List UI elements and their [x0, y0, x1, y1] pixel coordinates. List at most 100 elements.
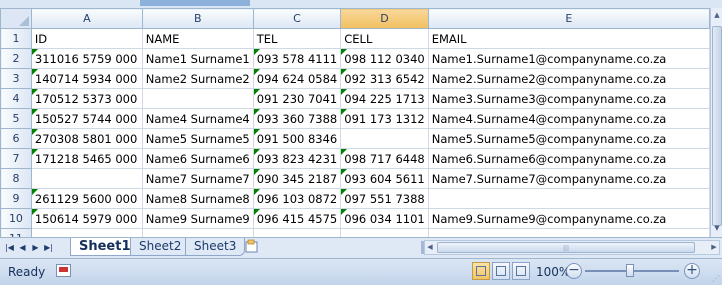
cell-e1[interactable]: EMAIL: [427, 28, 710, 49]
cell-e10[interactable]: Name9.Surname9@companyname.co.za: [427, 208, 710, 229]
zoom-slider-knob[interactable]: [626, 264, 634, 277]
page-layout-view-icon[interactable]: [492, 262, 510, 280]
cell-e4[interactable]: Name3.Surname3@companyname.co.za: [427, 88, 710, 109]
cell-b4[interactable]: [141, 88, 254, 109]
select-all-corner[interactable]: [0, 8, 32, 29]
cell-e9[interactable]: [427, 188, 710, 209]
cell-a8[interactable]: [30, 168, 143, 189]
column-header-a[interactable]: A: [30, 8, 143, 29]
cell-a5[interactable]: 150527 5744 000: [30, 108, 143, 129]
cell-b3[interactable]: Name2 Surname2: [141, 68, 254, 89]
cell-e7[interactable]: Name6.Surname6@companyname.co.za: [427, 148, 710, 169]
cell-b8[interactable]: Name7 Surname7: [141, 168, 254, 189]
scroll-up-icon[interactable]: ▲: [712, 9, 722, 21]
cell-d8[interactable]: 093 604 5611: [340, 168, 429, 189]
cell-e6[interactable]: Name5.Surname5@companyname.co.za: [427, 128, 710, 149]
cell-e11[interactable]: [427, 228, 710, 237]
cell-d3[interactable]: 092 313 6542: [340, 68, 429, 89]
cell-d2[interactable]: 098 112 0340: [340, 48, 429, 69]
tab-sheet3[interactable]: Sheet3: [185, 238, 246, 256]
cell-b2[interactable]: Name1 Surname1: [141, 48, 254, 69]
cell-d10[interactable]: 096 034 1101: [340, 208, 429, 229]
cell-c6[interactable]: 091 500 8346: [252, 128, 342, 149]
cell-c5[interactable]: 093 360 7388: [252, 108, 342, 129]
cell-d7[interactable]: 098 717 6448: [340, 148, 429, 169]
zoom-out-button[interactable]: −: [566, 263, 582, 279]
cell-b10[interactable]: Name9 Surname9: [141, 208, 254, 229]
scroll-left-icon[interactable]: ◀: [425, 241, 435, 254]
row-header[interactable]: 4: [0, 88, 32, 109]
cell-b5[interactable]: Name4 Surname4: [141, 108, 254, 129]
row-header[interactable]: 5: [0, 108, 32, 129]
cell-d5[interactable]: 091 173 1312: [340, 108, 429, 129]
row-header[interactable]: 2: [0, 48, 32, 69]
cell-a7[interactable]: 171218 5465 000: [30, 148, 143, 169]
last-sheet-icon[interactable]: ▶|: [43, 241, 54, 254]
zoom-in-button[interactable]: +: [684, 263, 700, 279]
cell-c11[interactable]: [252, 228, 342, 237]
row-header[interactable]: 8: [0, 168, 32, 189]
normal-view-icon[interactable]: [472, 262, 490, 280]
table-row: 9 261129 5600 000 Name8 Surname8 096 103 08…: [0, 188, 710, 209]
horizontal-scrollbar[interactable]: ◀ ||| ▶: [424, 240, 720, 255]
column-header-e[interactable]: E: [427, 8, 710, 29]
cell-c4[interactable]: 091 230 7041: [252, 88, 342, 109]
row-header[interactable]: 6: [0, 128, 32, 149]
cell-a10[interactable]: 150614 5979 000: [30, 208, 143, 229]
row-header[interactable]: 11: [0, 228, 32, 237]
cell-d4[interactable]: 094 225 1713: [340, 88, 429, 109]
cell-c3[interactable]: 094 624 0584: [252, 68, 342, 89]
cell-a1[interactable]: ID: [30, 28, 143, 49]
row-header[interactable]: 10: [0, 208, 32, 229]
cell-e8[interactable]: Name7.Surname7@companyname.co.za: [427, 168, 710, 189]
column-header-d[interactable]: D: [340, 8, 429, 29]
cell-a11[interactable]: [30, 228, 143, 237]
cell-e3[interactable]: Name2.Surname2@companyname.co.za: [427, 68, 710, 89]
resize-grip-icon[interactable]: ⋰: [712, 274, 720, 283]
cell-c8[interactable]: 090 345 2187: [252, 168, 342, 189]
cell-e5[interactable]: Name4.Surname4@companyname.co.za: [427, 108, 710, 129]
cell-c10[interactable]: 096 415 4575: [252, 208, 342, 229]
scroll-down-icon[interactable]: ▼: [712, 222, 722, 234]
row-header[interactable]: 1: [0, 28, 32, 49]
row-header[interactable]: 3: [0, 68, 32, 89]
cell-b9[interactable]: Name8 Surname8: [141, 188, 254, 209]
cell-b1[interactable]: NAME: [141, 28, 254, 49]
cell-c7[interactable]: 093 823 4231: [252, 148, 342, 169]
cell-e2[interactable]: Name1.Surname1@companyname.co.za: [427, 48, 710, 69]
cell-a6[interactable]: 270308 5801 000: [30, 128, 143, 149]
cell-b6[interactable]: Name5 Surname5: [141, 128, 254, 149]
column-header-c[interactable]: C: [252, 8, 342, 29]
page-break-preview-icon[interactable]: [512, 262, 530, 280]
previous-sheet-icon[interactable]: ◀: [17, 241, 28, 254]
worksheet-grid[interactable]: A B C D E 1 ID NAME TEL CELL EMAIL 2 311016 575…: [0, 8, 710, 237]
cell-b7[interactable]: Name6 Surname6: [141, 148, 254, 169]
cell-b11[interactable]: [141, 228, 254, 237]
scroll-right-icon[interactable]: ▶: [709, 241, 719, 254]
insert-sheet-icon[interactable]: [243, 239, 261, 254]
next-sheet-icon[interactable]: ▶: [30, 241, 41, 254]
cell-a9[interactable]: 261129 5600 000: [30, 188, 143, 209]
cell-d9[interactable]: 097 551 7388: [340, 188, 429, 209]
first-sheet-icon[interactable]: |◀: [4, 241, 15, 254]
cell-d6[interactable]: [340, 128, 429, 149]
vertical-scrollbar[interactable]: ▲ ▼: [710, 8, 722, 237]
tab-sheet2[interactable]: Sheet2: [130, 238, 191, 256]
macro-record-icon[interactable]: [56, 264, 71, 277]
row-header[interactable]: 9: [0, 188, 32, 209]
vertical-scroll-thumb[interactable]: [712, 26, 722, 226]
cell-d11[interactable]: [340, 228, 429, 237]
cell-c9[interactable]: 096 103 0872: [252, 188, 342, 209]
cell-a2[interactable]: 311016 5759 000: [30, 48, 143, 69]
row-header[interactable]: 7: [0, 148, 32, 169]
status-ready: Ready: [8, 265, 46, 279]
cell-a4[interactable]: 170512 5373 000: [30, 88, 143, 109]
cell-d1[interactable]: CELL: [340, 28, 429, 49]
cell-c2[interactable]: 093 578 4111: [252, 48, 342, 69]
table-row: 1 ID NAME TEL CELL EMAIL: [0, 28, 710, 49]
cell-table[interactable]: A B C D E 1 ID NAME TEL CELL EMAIL 2 311016 575…: [0, 8, 710, 237]
cell-c1[interactable]: TEL: [252, 28, 342, 49]
horizontal-scroll-thumb[interactable]: |||: [437, 242, 695, 253]
column-header-b[interactable]: B: [141, 8, 254, 29]
cell-a3[interactable]: 140714 5934 000: [30, 68, 143, 89]
